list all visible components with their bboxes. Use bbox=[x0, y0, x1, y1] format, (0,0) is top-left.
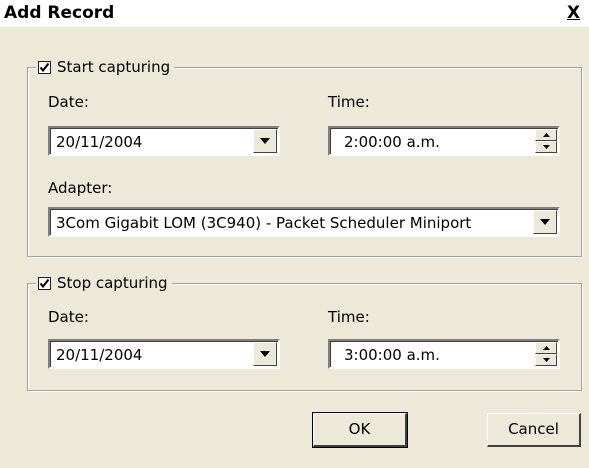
stop-date-value: 20/11/2004 bbox=[56, 346, 143, 364]
stop-time-value: 3:00:00 a.m. bbox=[344, 346, 440, 364]
chevron-down-icon bbox=[260, 351, 270, 357]
stop-time-spinner[interactable]: 3:00:00 a.m. bbox=[328, 339, 560, 369]
chevron-down-icon bbox=[540, 219, 550, 225]
adapter-dropdown-button[interactable] bbox=[533, 210, 557, 234]
start-time-label: Time: bbox=[328, 93, 370, 111]
start-capturing-group: Start capturing Date: Time: 20/11/2004 2… bbox=[27, 57, 582, 257]
start-time-increment-button[interactable] bbox=[535, 129, 557, 141]
stop-time-increment-button[interactable] bbox=[535, 342, 557, 354]
stop-capturing-checkbox[interactable] bbox=[38, 276, 51, 290]
start-time-spinner[interactable]: 2:00:00 a.m. bbox=[328, 126, 560, 156]
start-date-picker[interactable]: 20/11/2004 bbox=[48, 126, 280, 156]
start-date-value: 20/11/2004 bbox=[56, 133, 143, 151]
cancel-button[interactable]: Cancel bbox=[487, 413, 581, 447]
stop-date-dropdown-button[interactable] bbox=[253, 342, 277, 366]
arrow-down-icon bbox=[543, 145, 550, 149]
start-date-label: Date: bbox=[48, 93, 89, 111]
close-icon: X bbox=[566, 3, 581, 23]
close-button[interactable]: X bbox=[558, 0, 589, 27]
add-record-dialog: Add Record X Start capturing Date: Time:… bbox=[0, 0, 589, 468]
start-time-value: 2:00:00 a.m. bbox=[344, 133, 440, 151]
stop-date-label: Date: bbox=[48, 308, 89, 326]
stop-capturing-legend: Stop capturing bbox=[36, 273, 172, 293]
adapter-dropdown[interactable]: 3Com Gigabit LOM (3C940) - Packet Schedu… bbox=[48, 207, 560, 237]
start-date-dropdown-button[interactable] bbox=[253, 129, 277, 153]
start-capturing-label: Start capturing bbox=[57, 58, 171, 76]
checkmark-icon bbox=[39, 62, 50, 72]
stop-capturing-group: Stop capturing Date: Time: 20/11/2004 3:… bbox=[27, 273, 582, 391]
adapter-label: Adapter: bbox=[48, 179, 113, 197]
title-bar: Add Record X bbox=[0, 0, 589, 27]
stop-time-label: Time: bbox=[328, 308, 370, 326]
start-time-decrement-button[interactable] bbox=[535, 141, 557, 153]
stop-time-decrement-button[interactable] bbox=[535, 354, 557, 366]
start-capturing-checkbox[interactable] bbox=[38, 60, 51, 74]
start-capturing-legend: Start capturing bbox=[36, 57, 175, 77]
dialog-title: Add Record bbox=[4, 3, 115, 23]
chevron-down-icon bbox=[260, 138, 270, 144]
ok-button[interactable]: OK bbox=[312, 412, 408, 448]
stop-date-picker[interactable]: 20/11/2004 bbox=[48, 339, 280, 369]
stop-capturing-label: Stop capturing bbox=[57, 274, 168, 292]
arrow-up-icon bbox=[543, 133, 550, 137]
arrow-up-icon bbox=[543, 346, 550, 350]
adapter-value: 3Com Gigabit LOM (3C940) - Packet Schedu… bbox=[56, 214, 472, 232]
arrow-down-icon bbox=[543, 358, 550, 362]
checkmark-icon bbox=[39, 278, 50, 288]
